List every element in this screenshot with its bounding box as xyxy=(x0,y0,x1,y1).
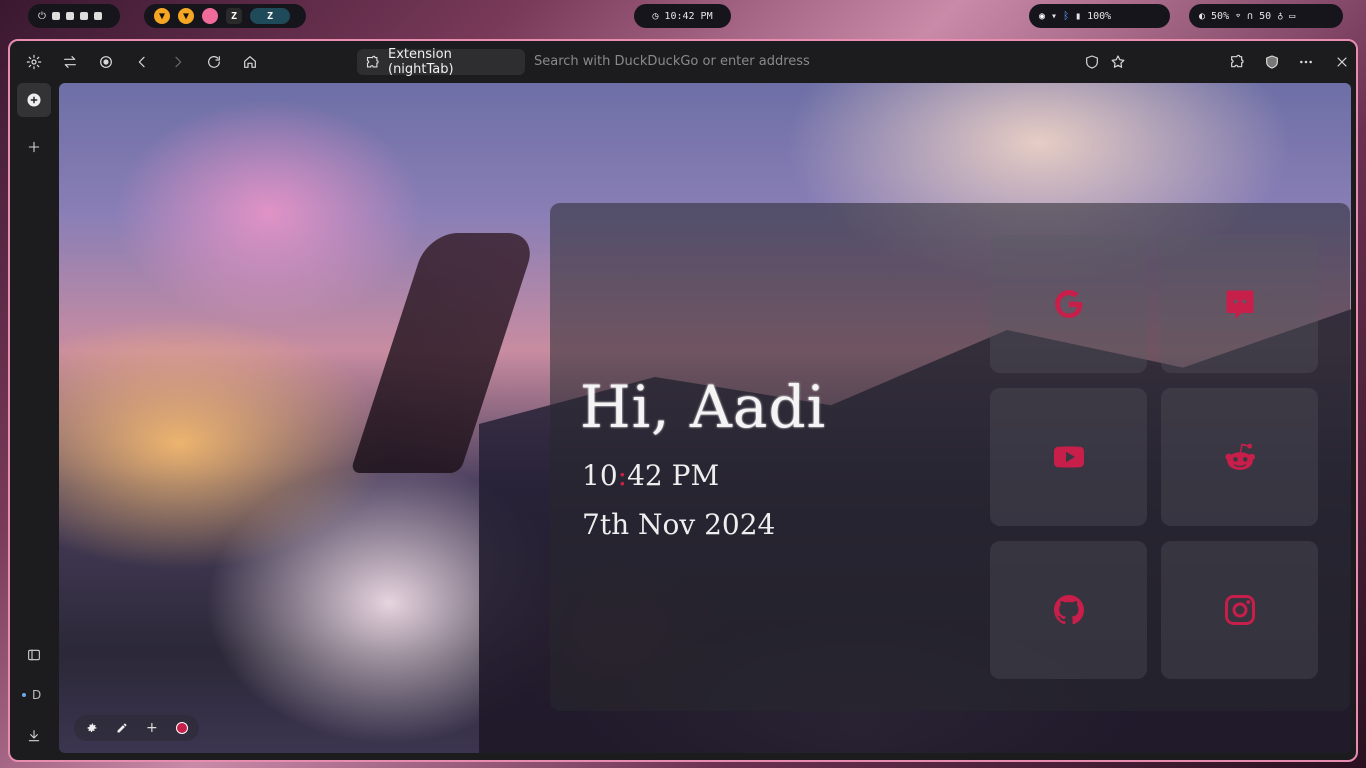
clock-widget[interactable]: ◷ 10:42 PM xyxy=(634,4,731,28)
settings-icon[interactable] xyxy=(24,52,44,72)
extension-identity-chip[interactable]: Extension (nightTab) xyxy=(357,47,525,77)
nighttab-controls: + xyxy=(74,715,199,741)
bookmark-google[interactable] xyxy=(990,235,1147,373)
workspace-icon[interactable] xyxy=(79,12,88,20)
volume-text: 50 xyxy=(1259,10,1272,22)
workspace-icon[interactable] xyxy=(51,12,60,20)
bookmark-reddit[interactable] xyxy=(1161,388,1318,526)
power-icon[interactable]: ⏻ xyxy=(38,11,46,22)
extension-logo-icon[interactable] xyxy=(96,52,116,72)
clock-text: 10:42 PM xyxy=(664,10,713,22)
microphone-icon[interactable]: ♁ xyxy=(1277,11,1283,22)
bookmark-star-icon[interactable] xyxy=(1108,52,1128,72)
ublock-icon[interactable] xyxy=(1262,52,1282,72)
headphones-icon[interactable]: ∩ xyxy=(1247,11,1253,22)
downloads-icon[interactable] xyxy=(17,719,51,753)
battery-text: 100% xyxy=(1087,10,1112,22)
wifi-icon[interactable]: ⌔ xyxy=(1235,11,1241,22)
workspace-icon[interactable] xyxy=(93,12,102,20)
close-icon[interactable] xyxy=(1332,52,1352,72)
browser-sidebar: D xyxy=(10,83,58,760)
sidebar-toggle-icon[interactable] xyxy=(17,638,51,672)
workspace-icon[interactable] xyxy=(65,12,74,20)
extension-label: Extension (nightTab) xyxy=(388,47,454,77)
bluetooth-icon[interactable]: ᛒ xyxy=(1063,11,1069,22)
brave-icon[interactable]: ▼ xyxy=(178,8,194,24)
bookmark-instagram[interactable] xyxy=(1161,541,1318,679)
reload-icon[interactable] xyxy=(204,52,224,72)
bookmark-discord[interactable] xyxy=(1161,235,1318,373)
bookmark-youtube[interactable] xyxy=(990,388,1147,526)
add-icon[interactable] xyxy=(17,130,51,164)
time-hours: 10 xyxy=(582,459,618,492)
more-menu-icon[interactable] xyxy=(1296,52,1316,72)
brightness-icon[interactable]: ◐ xyxy=(1199,11,1205,22)
discord-icon xyxy=(1226,290,1253,319)
battery-icon: ▮ xyxy=(1075,10,1082,22)
swap-icon[interactable] xyxy=(60,52,80,72)
new-tab-page: Hi, Aadi 10:42 PM 7th Nov 2024 + xyxy=(59,83,1351,753)
settings-icon[interactable] xyxy=(86,722,98,734)
google-icon xyxy=(1054,290,1082,318)
date-display: 7th Nov 2024 xyxy=(582,508,776,541)
app-icon[interactable] xyxy=(202,8,218,24)
extensions-icon[interactable] xyxy=(1227,52,1247,72)
brave-icon[interactable]: ▼ xyxy=(154,8,170,24)
brightness-text: 50% xyxy=(1211,10,1230,22)
nighttab-panel: Hi, Aadi 10:42 PM 7th Nov 2024 xyxy=(550,203,1350,711)
address-bar-input[interactable]: Search with DuckDuckGo or enter address xyxy=(534,54,810,69)
github-icon xyxy=(1053,595,1084,625)
taskbar-apps: ▼ ▼ Z Z xyxy=(144,4,306,28)
new-tab-button[interactable] xyxy=(17,83,51,117)
workspace-indicator[interactable]: ⏻ xyxy=(28,4,120,28)
puzzle-icon xyxy=(365,55,380,70)
reddit-icon xyxy=(1224,443,1255,470)
system-bar: ⏻ ▼ ▼ Z Z ◷ 10:42 PM ◉ ▾ ᛒ ▮ 100% ◐ 50% … xyxy=(0,0,1366,32)
shield-icon[interactable] xyxy=(1082,52,1102,72)
status-widget[interactable]: ◉ ▾ ᛒ ▮ 100% xyxy=(1029,4,1170,28)
browser-toolbar: Extension (nightTab) Search with DuckDuc… xyxy=(10,41,1356,83)
youtube-icon xyxy=(1053,446,1084,468)
forward-icon[interactable] xyxy=(168,52,188,72)
greeting-text: Hi, Aadi xyxy=(580,373,827,441)
controls-widget[interactable]: ◐ 50% ⌔ ∩ 50 ♁ ▭ xyxy=(1189,4,1343,28)
browser-window: Extension (nightTab) Search with DuckDuc… xyxy=(8,39,1358,762)
add-bookmark-icon[interactable]: + xyxy=(146,720,158,736)
wifi-icon[interactable]: ▾ xyxy=(1051,11,1057,22)
clock-icon: ◷ xyxy=(652,10,659,22)
workspace-dot xyxy=(22,693,26,697)
discord-tray-icon[interactable]: ◉ xyxy=(1039,11,1045,22)
time-rest: 42 PM xyxy=(627,459,720,492)
instagram-icon xyxy=(1224,595,1255,625)
time-display: 10:42 PM xyxy=(582,459,719,492)
zen-browser-active-icon[interactable]: Z xyxy=(250,8,290,24)
edit-icon[interactable] xyxy=(116,722,128,734)
bookmark-github[interactable] xyxy=(990,541,1147,679)
zen-browser-icon[interactable]: Z xyxy=(226,8,242,24)
workspace-letter: D xyxy=(32,688,42,702)
back-icon[interactable] xyxy=(132,52,152,72)
home-icon[interactable] xyxy=(240,52,260,72)
time-separator: : xyxy=(617,459,628,492)
keyboard-icon[interactable]: ▭ xyxy=(1289,11,1295,22)
workspace-label[interactable]: D xyxy=(22,688,41,702)
accent-color-button[interactable] xyxy=(175,722,188,734)
